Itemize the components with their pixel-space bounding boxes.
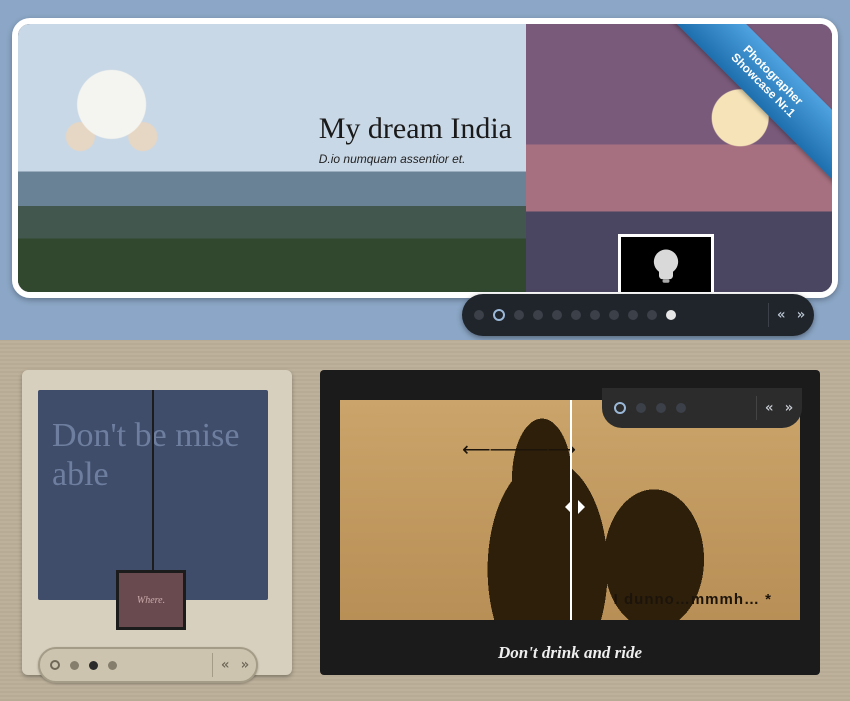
bottom-panel: Don't be mise able Where. « » « » ⟵────⟶ [0,340,850,701]
right-prev-button[interactable]: « [765,401,770,415]
pager-dot[interactable] [676,403,686,413]
top-panel: My dream India D.io numquam assentior et… [0,0,850,340]
pager-dot[interactable] [647,310,657,320]
pager-dot[interactable] [50,660,60,670]
pager-dot[interactable] [514,310,524,320]
left-nav: « » [38,647,258,683]
pager-dot[interactable] [533,310,543,320]
pager-dot[interactable] [636,403,646,413]
pager-dot[interactable] [70,661,79,670]
right-nav: « » [602,388,802,428]
hero-subtitle: D.io numquam assentior et. [319,152,512,166]
pager-dot[interactable] [552,310,562,320]
hero-prev-button[interactable]: « [777,308,782,322]
split-prev-icon[interactable] [558,500,572,514]
pager-dot[interactable] [656,403,666,413]
pager-dot[interactable] [571,310,581,320]
pager-dot[interactable] [108,661,117,670]
hero-dots [474,309,760,321]
pager-dot[interactable] [666,310,676,320]
left-prev-button[interactable]: « [221,658,226,672]
slide-caption: Don't drink and ride [320,643,820,663]
left-card: Don't be mise able Where. [22,370,292,675]
tag-thumbnail[interactable]: Where. [116,570,186,630]
pager-dot[interactable] [493,309,505,321]
slide-thumbnail[interactable] [618,234,714,298]
hero-next-button[interactable]: » [797,308,802,322]
pager-dot[interactable] [89,661,98,670]
nav-separator [768,303,769,327]
right-dots [614,402,748,414]
tag-label: Where. [137,595,165,606]
speech-text: I dunno…mmmh… * [614,591,772,608]
hero-title: My dream India [319,112,512,146]
hero-nav: « » [462,294,814,336]
pager-dot[interactable] [590,310,600,320]
hero-slider[interactable]: My dream India D.io numquam assentior et… [12,18,838,298]
arrow-decoration-icon: ⟵────⟶ [462,440,602,460]
nav-separator [212,653,213,677]
right-card: « » ⟵────⟶ I dunno…mmmh… * Don't drink a… [320,370,820,675]
split-next-icon[interactable] [578,500,592,514]
pager-dot[interactable] [609,310,619,320]
pager-dot[interactable] [474,310,484,320]
pager-dot[interactable] [614,402,626,414]
nav-separator [756,396,757,420]
pager-dot[interactable] [628,310,638,320]
right-next-button[interactable]: » [785,401,790,415]
lightbulb-icon [645,246,687,288]
hero-caption: My dream India D.io numquam assentior et… [319,112,512,166]
cowboy-slide[interactable]: ⟵────⟶ I dunno…mmmh… * [340,400,800,620]
left-dots [50,660,204,670]
left-next-button[interactable]: » [241,658,246,672]
